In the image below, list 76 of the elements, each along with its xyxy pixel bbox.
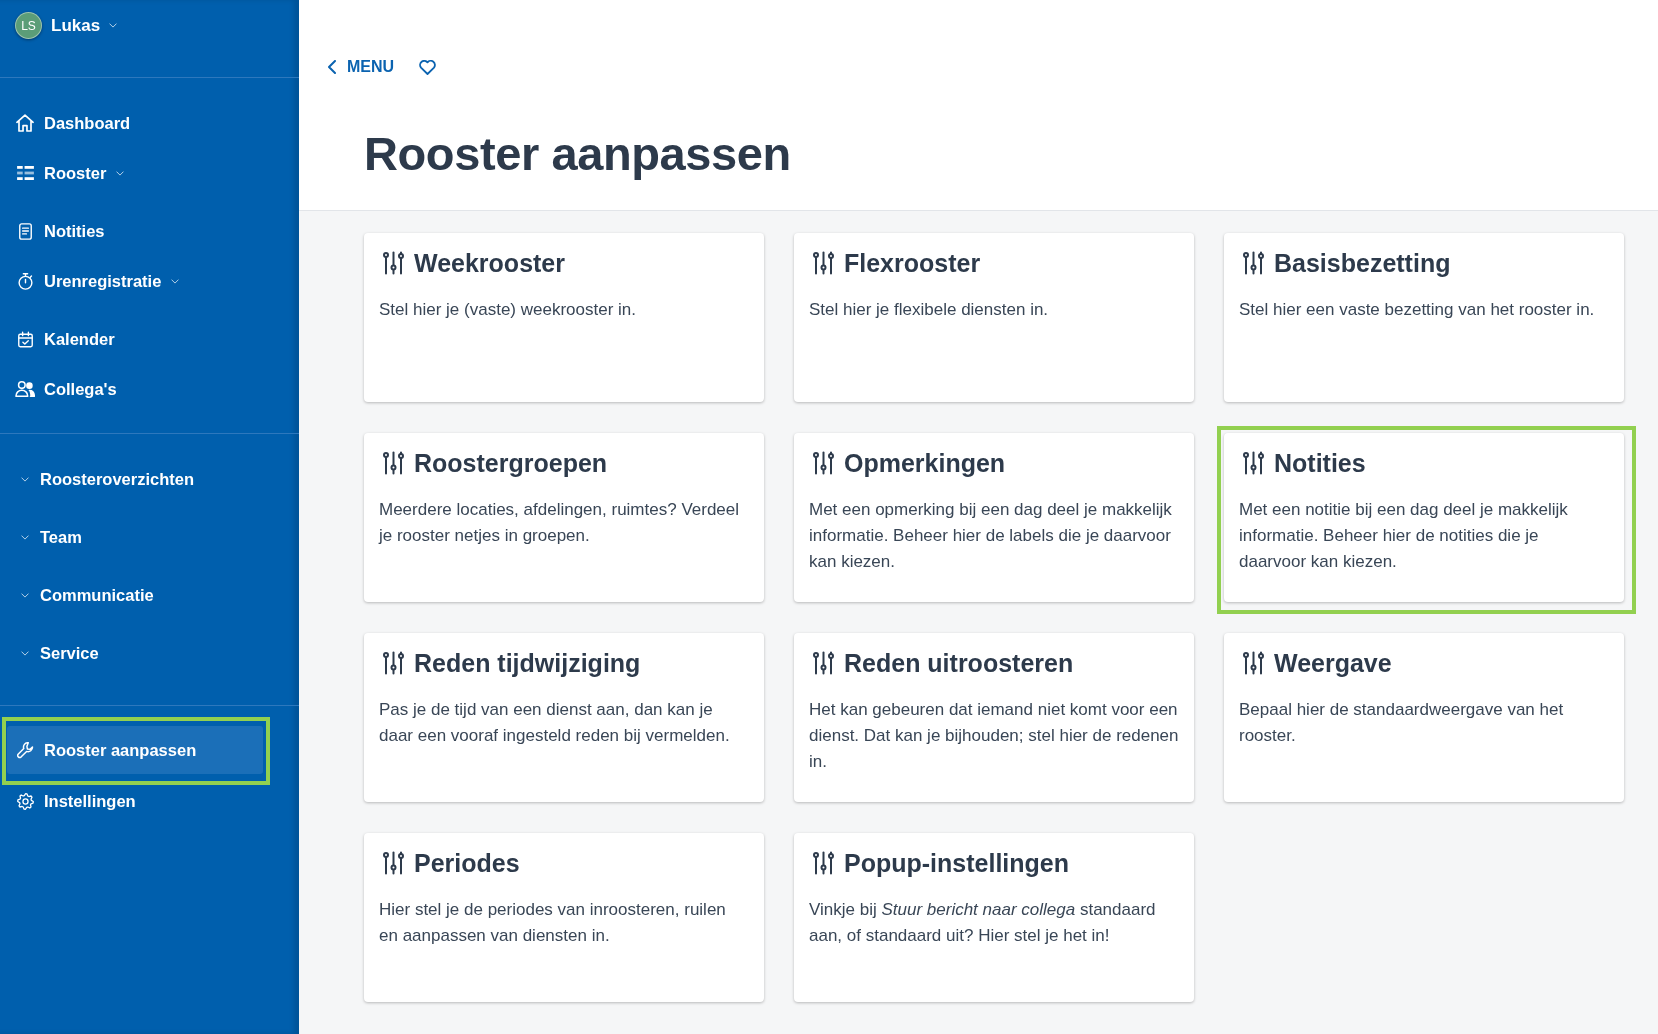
card-description: Het kan gebeuren dat iemand niet komt voor een dienst. Dat kan je bijhouden; stel hier de redenen in. bbox=[809, 699, 1179, 773]
sliders-icon bbox=[813, 251, 834, 275]
settings-icon bbox=[16, 792, 34, 810]
home-icon bbox=[16, 114, 34, 132]
settings-card[interactable]: Reden uitroosteren Het kan gebeuren dat iemand niet komt voor een dienst. Dat kan je bijhouden; stel hier de redenen in. bbox=[794, 633, 1194, 802]
nav-item[interactable]: Dashboard bbox=[7, 107, 263, 139]
settings-card[interactable]: Periodes Hier stel je de periodes van inroosteren, ruilen en aanpassen van diensten in. bbox=[364, 833, 764, 1002]
table-icon bbox=[16, 166, 34, 180]
sliders-icon bbox=[1243, 651, 1264, 675]
card-title: Flexrooster bbox=[844, 249, 981, 277]
sliders-icon bbox=[383, 851, 404, 875]
settings-card[interactable]: Weekrooster Stel hier je (vaste) weekrooster in. bbox=[364, 233, 764, 402]
nav-group[interactable]: Service bbox=[7, 637, 263, 669]
chevron-down-icon bbox=[21, 592, 29, 598]
wrench-icon bbox=[16, 741, 34, 759]
nav-group[interactable]: Roosteroverzichten bbox=[7, 463, 263, 495]
card-description: Vinkje bij Stuur bericht naar collega standaard aan, of standaard uit? Hier stel je het in! bbox=[809, 899, 1157, 947]
sliders-icon bbox=[813, 451, 834, 475]
card-title: Weergave bbox=[1274, 649, 1392, 677]
calendar-icon bbox=[17, 330, 33, 348]
card-description: Stel hier een vaste bezetting van het rooster in. bbox=[1239, 299, 1596, 321]
card-title: Periodes bbox=[414, 849, 520, 877]
card-description: Meerdere locaties, afdelingen, ruimtes? Verdeel je rooster netjes in groepen. bbox=[379, 499, 741, 547]
settings-card[interactable]: Opmerkingen Met een opmerking bij een dag deel je makkelijk informatie. Beheer hier de labels die je daarvoor kan kiezen. bbox=[794, 433, 1194, 602]
back-link[interactable]: MENU bbox=[328, 56, 395, 78]
settings-card[interactable]: Flexrooster Stel hier je flexibele diensten in. bbox=[794, 233, 1194, 402]
user-menu[interactable]: LS Lukas bbox=[15, 12, 118, 39]
chevron-down-icon bbox=[21, 534, 29, 540]
card-description: Bepaal hier de standaardweergave van het rooster. bbox=[1239, 699, 1565, 747]
settings-card[interactable]: Notities Met een notitie bij een dag deel je makkelijk informatie. Beheer hier de notities die je daarvoor kan kiezen. bbox=[1224, 433, 1624, 602]
card-title: Reden tijdwijziging bbox=[414, 649, 641, 677]
caret-icon bbox=[109, 23, 118, 28]
card-description: Pas je de tijd van een dienst aan, dan kan je daar een vooraf ingesteld reden bij vermelden. bbox=[379, 699, 731, 747]
card-description: Hier stel je de periodes van inroosteren, ruilen en aanpassen van diensten in. bbox=[379, 899, 727, 947]
sliders-icon bbox=[813, 651, 834, 675]
card-description: Stel hier je flexibele diensten in. bbox=[809, 299, 1050, 321]
chevron-down-icon bbox=[21, 650, 29, 656]
nav-group[interactable]: Team bbox=[7, 521, 263, 553]
card-description: Stel hier je (vaste) weekrooster in. bbox=[379, 299, 637, 321]
sliders-icon bbox=[1243, 251, 1264, 275]
card-title: Weekrooster bbox=[414, 249, 565, 277]
avatar: LS bbox=[15, 12, 42, 39]
nav-item[interactable]: Notities bbox=[7, 215, 263, 247]
nav-item[interactable]: Collega's bbox=[7, 373, 263, 405]
nav-item[interactable]: Instellingen bbox=[7, 787, 263, 815]
card-title: Notities bbox=[1274, 449, 1366, 477]
nav-item[interactable]: Rooster bbox=[7, 157, 263, 189]
nav-group[interactable]: Communicatie bbox=[7, 579, 263, 611]
card-title: Basisbezetting bbox=[1274, 249, 1451, 277]
card-description: Met een opmerking bij een dag deel je makkelijk informatie. Beheer hier de labels die je daarvoor kan kiezen. bbox=[809, 499, 1173, 573]
document-icon bbox=[18, 222, 32, 240]
settings-card[interactable]: Roostergroepen Meerdere locaties, afdelingen, ruimtes? Verdeel je rooster netjes in groepen. bbox=[364, 433, 764, 602]
card-description: Met een notitie bij een dag deel je makkelijk informatie. Beheer hier de notities die je daarvoor kan kiezen. bbox=[1239, 499, 1569, 573]
stopwatch-icon bbox=[17, 272, 33, 290]
settings-card[interactable]: Weergave Bepaal hier de standaardweergave van het rooster. bbox=[1224, 633, 1624, 802]
settings-card[interactable]: Reden tijdwijziging Pas je de tijd van een dienst aan, dan kan je daar een vooraf ingesteld reden bij vermelden. bbox=[364, 633, 764, 802]
sliders-icon bbox=[383, 251, 404, 275]
sliders-icon bbox=[1243, 451, 1264, 475]
nav-item[interactable]: Rooster aanpassen bbox=[7, 726, 263, 774]
heart-icon bbox=[419, 59, 437, 75]
settings-card[interactable]: Popup-instellingen Vinkje bij Stuur bericht naar collega standaard aan, of standaard uit? Hier stel je het in! bbox=[794, 833, 1194, 1002]
card-title: Reden uitroosteren bbox=[844, 649, 1074, 677]
sliders-icon bbox=[383, 651, 404, 675]
caret-icon bbox=[116, 170, 125, 176]
sliders-icon bbox=[813, 851, 834, 875]
card-title: Opmerkingen bbox=[844, 449, 1006, 477]
nav-item[interactable]: Kalender bbox=[7, 323, 263, 355]
card-title: Popup-instellingen bbox=[844, 849, 1069, 877]
nav-item[interactable]: Urenregistratie bbox=[7, 265, 263, 297]
sliders-icon bbox=[383, 451, 404, 475]
card-title: Roostergroepen bbox=[414, 449, 608, 477]
caret-icon bbox=[171, 278, 180, 284]
users-icon bbox=[15, 381, 35, 397]
settings-card[interactable]: Basisbezetting Stel hier een vaste bezetting van het rooster in. bbox=[1224, 233, 1624, 402]
chevron-down-icon bbox=[21, 476, 29, 482]
chevron-left-icon bbox=[328, 60, 336, 74]
